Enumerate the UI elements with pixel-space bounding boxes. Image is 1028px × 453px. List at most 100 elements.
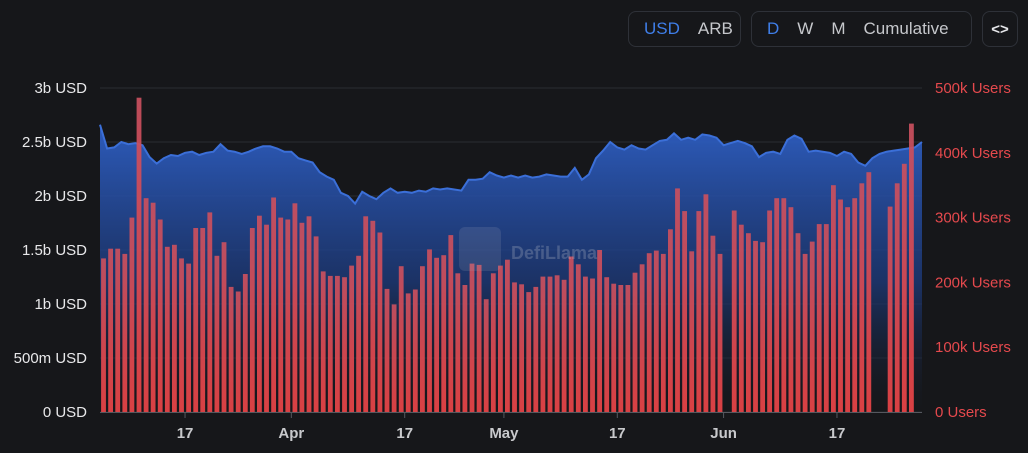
x-tick-label: Apr — [278, 425, 304, 442]
users-bar — [221, 242, 227, 412]
users-bar — [738, 224, 744, 412]
users-bar — [469, 263, 475, 412]
users-bar — [101, 258, 106, 412]
users-bar — [306, 216, 312, 412]
users-bar — [427, 249, 432, 412]
users-bar — [313, 236, 319, 412]
users-bar — [136, 97, 142, 412]
users-bar — [909, 123, 914, 412]
users-bar — [660, 253, 666, 412]
users-bar — [384, 288, 390, 412]
users-bar — [866, 172, 872, 412]
users-bar — [370, 220, 376, 412]
users-bar — [257, 215, 262, 412]
y-left-tick-label: 1.5b USD — [22, 242, 87, 259]
users-bar — [420, 266, 425, 412]
users-bar — [228, 286, 234, 412]
users-bar — [249, 228, 255, 412]
users-bar — [122, 253, 128, 412]
users-bar — [398, 266, 404, 412]
y-left-tick-label: 500m USD — [14, 350, 88, 367]
users-bar — [583, 276, 588, 412]
users-bar — [179, 258, 184, 412]
users-bar — [823, 224, 829, 412]
users-bar — [363, 216, 369, 412]
users-bar — [554, 275, 560, 412]
users-bar — [795, 233, 801, 412]
users-bar — [611, 283, 617, 412]
x-tick-label: 17 — [829, 425, 846, 442]
users-bar — [859, 183, 865, 412]
users-bar — [788, 207, 794, 412]
users-bar — [597, 250, 603, 412]
users-bar — [767, 210, 773, 412]
users-bar — [703, 194, 709, 412]
users-bar — [327, 275, 333, 412]
users-bar — [264, 224, 269, 412]
users-bar — [887, 206, 893, 412]
users-bar — [462, 285, 468, 412]
users-bar — [632, 272, 638, 412]
y-right-tick-label: 300k Users — [935, 210, 1011, 227]
users-bar — [164, 246, 170, 412]
users-bar — [483, 299, 489, 412]
y-right-tick-label: 500k Users — [935, 80, 1011, 97]
users-bar — [285, 219, 291, 412]
users-bar — [781, 198, 787, 412]
users-bar — [646, 253, 652, 412]
llama-logo-icon — [459, 227, 501, 271]
tvl-users-chart: DefiLlama 3b USD 2.5b USD 2b USD 1.5b USD 1b… — [14, 80, 1011, 442]
users-bar — [214, 255, 220, 412]
users-bar — [561, 279, 567, 412]
users-bar — [816, 224, 822, 412]
users-bar — [271, 197, 277, 412]
users-bar — [278, 217, 284, 412]
users-bar — [547, 276, 553, 412]
users-bar — [193, 228, 199, 412]
users-bar — [242, 274, 248, 412]
users-bar — [568, 256, 574, 412]
users-bar — [519, 284, 525, 412]
x-tick-label: 17 — [396, 425, 413, 442]
y-right-tick-label: 100k Users — [935, 339, 1011, 356]
watermark-text: DefiLlama — [511, 243, 598, 263]
users-bar — [753, 240, 758, 412]
users-bar — [441, 255, 447, 412]
users-bar — [838, 199, 843, 412]
users-bar — [533, 286, 539, 412]
y-right-tick-label: 200k Users — [935, 274, 1011, 291]
users-bar — [235, 291, 241, 412]
users-bar — [696, 211, 702, 412]
y-right-tick-label: 400k Users — [935, 145, 1011, 162]
users-bar — [115, 248, 121, 412]
x-tick-label: Jun — [710, 425, 737, 442]
users-bar — [689, 251, 695, 412]
users-bar — [505, 259, 510, 412]
users-bar — [335, 275, 340, 412]
users-bar — [774, 198, 780, 412]
users-bar — [901, 163, 907, 412]
users-bar — [476, 264, 482, 412]
users-bar — [434, 257, 440, 412]
users-bar — [831, 185, 836, 412]
x-tick-label: May — [489, 425, 519, 442]
y-left-tick-label: 2.5b USD — [22, 134, 87, 151]
users-bar — [292, 203, 298, 412]
users-bar — [604, 277, 610, 412]
users-bar — [108, 248, 114, 412]
y-left-tick-label: 3b USD — [34, 80, 87, 97]
users-bar — [618, 285, 624, 412]
users-bar — [377, 232, 383, 412]
users-bar — [490, 273, 496, 412]
users-bar — [852, 198, 858, 412]
users-bar — [845, 207, 851, 412]
users-bar — [455, 273, 461, 412]
y-left-tick-label: 2b USD — [34, 188, 87, 205]
users-bar — [625, 285, 631, 412]
users-bar — [186, 263, 192, 412]
x-tick-label: 17 — [177, 425, 194, 442]
users-bar — [320, 271, 326, 412]
users-bar — [668, 229, 673, 412]
y-left-tick-label: 1b USD — [34, 296, 87, 313]
users-bar — [342, 277, 347, 412]
